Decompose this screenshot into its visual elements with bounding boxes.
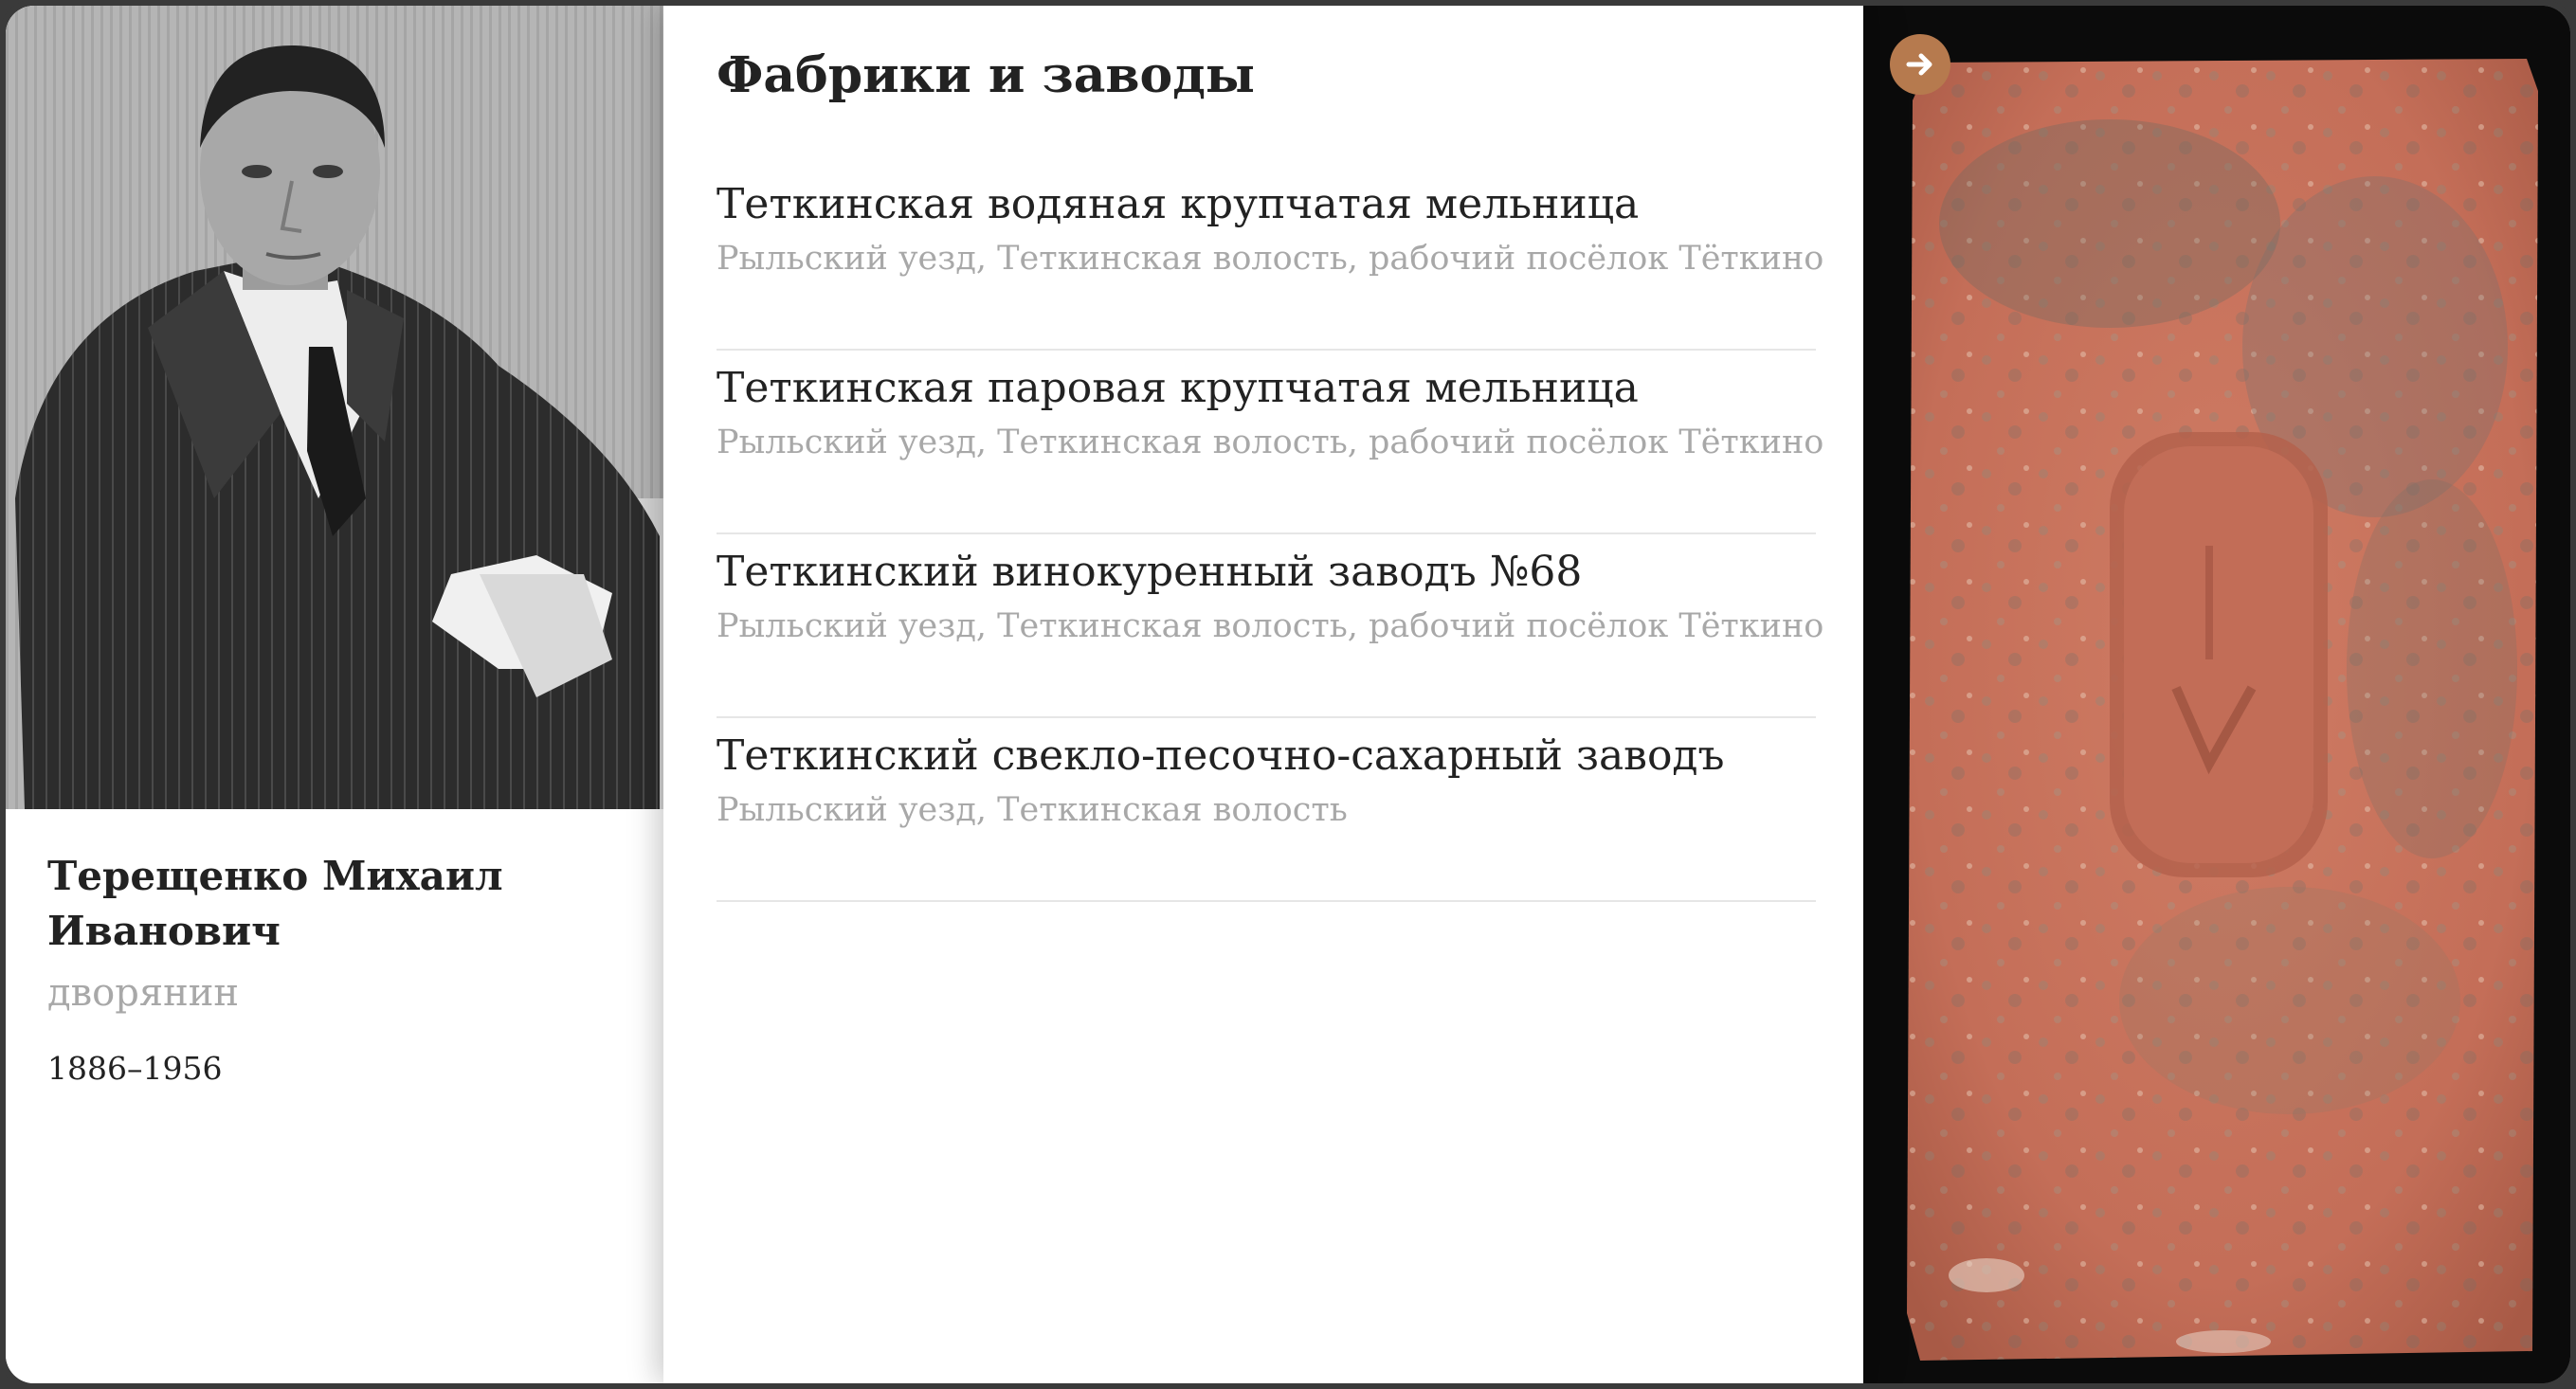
brick-panel: [1863, 6, 2570, 1383]
next-arrow-button[interactable]: [1890, 34, 1950, 95]
factory-location: Рыльский уезд, Теткинская волость, рабоч…: [717, 424, 1824, 461]
app-frame: Терещенко Михаил Иванович дворянин 1886–…: [0, 0, 2576, 1389]
factory-location: Рыльский уезд, Теткинская волость, рабоч…: [717, 607, 1824, 645]
person-title: дворянин: [47, 971, 240, 1015]
arrow-right-icon: [1906, 53, 1932, 76]
factory-location: Рыльский уезд, Теткинская волость: [717, 791, 1348, 829]
brick-photo: [1863, 6, 2570, 1383]
factories-heading: Фабрики и заводы: [717, 46, 1256, 104]
factories-list: Теткинская водяная крупчатая мельница Ры…: [717, 167, 1824, 902]
factory-name[interactable]: Теткинский свекло-песочно-сахарный завод…: [717, 728, 1816, 785]
factory-name[interactable]: Теткинский винокуренный заводъ №68: [717, 544, 1816, 601]
factories-panel: Фабрики и заводы Теткинская водяная круп…: [663, 6, 1863, 1383]
person-info: Терещенко Михаил Иванович дворянин 1886–…: [47, 849, 635, 1090]
factory-list-item[interactable]: Теткинский винокуренный заводъ №68 Рыльс…: [717, 534, 1824, 718]
factory-location: Рыльский уезд, Теткинская волость, рабоч…: [717, 240, 1824, 278]
factory-list-item[interactable]: Теткинская паровая крупчатая мельница Ры…: [717, 351, 1824, 534]
portrait-image: [6, 6, 663, 809]
content-card: Терещенко Михаил Иванович дворянин 1886–…: [6, 6, 2570, 1383]
factory-name[interactable]: Теткинская водяная крупчатая мельница: [717, 176, 1816, 233]
person-portrait: [6, 6, 663, 809]
factory-name[interactable]: Теткинская паровая крупчатая мельница: [717, 360, 1816, 417]
person-name: Терещенко Михаил Иванович: [47, 853, 503, 954]
factory-list-item[interactable]: Теткинский свекло-песочно-сахарный завод…: [717, 718, 1816, 902]
person-panel: Терещенко Михаил Иванович дворянин 1886–…: [6, 6, 663, 1383]
person-years: 1886–1956: [47, 1050, 223, 1087]
factory-list-item[interactable]: Теткинская водяная крупчатая мельница Ры…: [717, 167, 1824, 351]
